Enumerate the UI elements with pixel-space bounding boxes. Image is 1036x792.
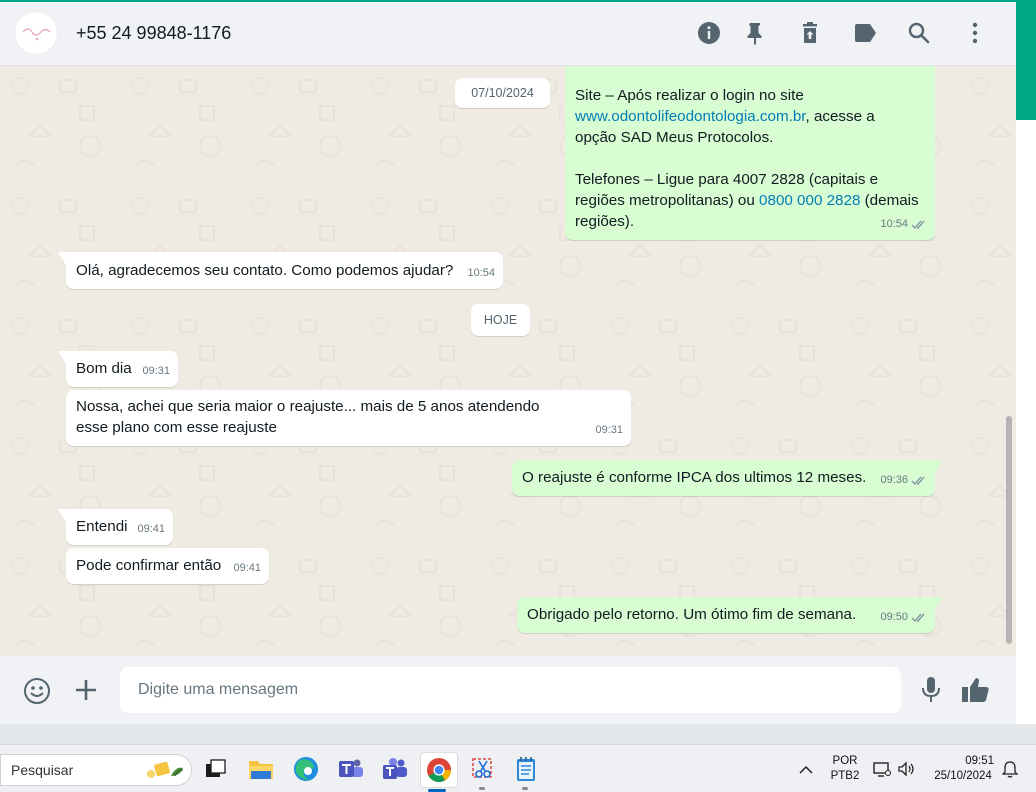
contact-name[interactable]: +55 24 99848-1176 bbox=[76, 23, 231, 44]
chevron-up-icon[interactable] bbox=[796, 759, 816, 779]
taskbar: Pesquisar POR PTB2 09:51 25/10/2024 bbox=[0, 744, 1036, 792]
taskbar-search-label: Pesquisar bbox=[11, 762, 74, 778]
teams-icon[interactable] bbox=[333, 752, 369, 786]
message-text: Site – Após realizar o login no site bbox=[575, 87, 804, 104]
double-check-icon bbox=[911, 476, 925, 486]
message-text: O reajuste é conforme IPCA dos ultimos 1… bbox=[522, 469, 867, 486]
message-link[interactable]: www.odontolifeodontologia.com.br bbox=[575, 108, 806, 125]
message-text: Pode confirmar então bbox=[76, 557, 222, 574]
message-meta: 09:31 bbox=[595, 420, 623, 441]
message-meta: 09:36 bbox=[880, 470, 927, 491]
open-app-indicator bbox=[479, 787, 485, 790]
snipping-tool-icon[interactable] bbox=[465, 752, 501, 786]
message-text: (demais bbox=[860, 192, 919, 209]
message-meta: 09:41 bbox=[137, 519, 165, 540]
message-outgoing[interactable]: Obrigado pelo retorno. Um ótimo fim de s… bbox=[517, 597, 943, 633]
emoji-icon[interactable] bbox=[22, 676, 52, 706]
message-text: Telefones – Ligue para 4007 2828 (capita… bbox=[575, 171, 879, 188]
message-meta: 10:54 bbox=[467, 263, 495, 284]
message-meta: 09:50 bbox=[880, 607, 927, 628]
file-explorer-icon[interactable] bbox=[243, 752, 279, 786]
chat-header: +55 24 99848-1176 bbox=[0, 2, 1016, 66]
task-view-icon[interactable] bbox=[198, 752, 234, 786]
message-time: 09:41 bbox=[233, 562, 261, 574]
message-incoming[interactable]: Nossa, achei que seria maior o reajuste.… bbox=[66, 390, 631, 446]
message-text: opção SAD Meus Protocolos. bbox=[575, 129, 774, 146]
bubble-tail bbox=[58, 351, 66, 364]
bubble-tail bbox=[935, 460, 943, 473]
clock[interactable]: 09:51 25/10/2024 bbox=[926, 754, 1000, 784]
message-text: regiões). bbox=[575, 213, 635, 230]
phone-link[interactable]: 0800 000 2828 bbox=[759, 192, 860, 209]
message-meta: 09:41 bbox=[233, 558, 261, 579]
pin-icon[interactable] bbox=[742, 20, 768, 46]
more-vertical-icon[interactable] bbox=[962, 20, 988, 46]
search-icon[interactable] bbox=[906, 20, 932, 46]
window-edge bbox=[1016, 2, 1036, 724]
chat-panel[interactable]: 07/10/2024 Site – Após realizar o login … bbox=[0, 66, 1016, 656]
double-check-icon bbox=[911, 613, 925, 623]
notepad-icon[interactable] bbox=[508, 752, 544, 786]
message-outgoing[interactable]: Site – Após realizar o login no site www… bbox=[565, 66, 935, 240]
chat-scrollbar[interactable] bbox=[1006, 416, 1012, 644]
message-meta: 09:31 bbox=[142, 361, 170, 382]
thumbs-up-icon[interactable] bbox=[960, 674, 992, 706]
input-language-line2: PTB2 bbox=[830, 770, 860, 782]
avatar[interactable] bbox=[14, 11, 58, 55]
message-time: 09:36 bbox=[880, 474, 908, 486]
date-separator-text: 07/10/2024 bbox=[471, 86, 534, 100]
message-text: Obrigado pelo retorno. Um ótimo fim de s… bbox=[527, 606, 857, 623]
message-incoming[interactable]: Entendi 09:41 bbox=[58, 509, 173, 545]
bubble-tail bbox=[935, 597, 943, 610]
message-text: Entendi bbox=[76, 518, 128, 535]
edge-icon[interactable] bbox=[288, 752, 324, 786]
message-text: , acesse a bbox=[805, 108, 875, 125]
chrome-icon[interactable] bbox=[420, 752, 458, 788]
label-icon[interactable] bbox=[852, 20, 878, 46]
date-separator: HOJE bbox=[471, 304, 530, 336]
message-time: 09:50 bbox=[880, 611, 908, 623]
open-app-indicator bbox=[522, 787, 528, 790]
input-language[interactable]: POR PTB2 bbox=[826, 754, 864, 784]
search-highlight-icon bbox=[147, 761, 184, 778]
info-icon[interactable] bbox=[696, 20, 722, 46]
network-icon[interactable] bbox=[872, 759, 892, 779]
input-language-line1: POR bbox=[832, 755, 858, 767]
clock-time: 09:51 bbox=[965, 755, 994, 767]
date-separator-text: HOJE bbox=[483, 313, 518, 327]
message-text: Bom dia bbox=[76, 360, 132, 377]
trash-icon[interactable] bbox=[797, 20, 823, 46]
volume-icon[interactable] bbox=[896, 759, 916, 779]
plus-icon[interactable] bbox=[72, 676, 100, 704]
composer bbox=[0, 656, 1016, 724]
message-time: 09:31 bbox=[595, 424, 623, 436]
message-incoming[interactable]: Pode confirmar então 09:41 bbox=[66, 548, 269, 584]
message-time: 09:41 bbox=[137, 523, 165, 535]
message-outgoing[interactable]: O reajuste é conforme IPCA dos ultimos 1… bbox=[512, 460, 943, 496]
clock-date: 25/10/2024 bbox=[934, 770, 992, 782]
message-meta: 10:54 bbox=[880, 214, 927, 235]
message-time: 09:31 bbox=[142, 365, 170, 377]
message-input[interactable] bbox=[120, 667, 901, 713]
date-separator: 07/10/2024 bbox=[455, 78, 550, 108]
teams-work-icon[interactable] bbox=[377, 752, 413, 786]
message-text: regiões metropolitanas) ou bbox=[575, 192, 760, 209]
message-incoming[interactable]: Olá, agradecemos seu contato. Como podem… bbox=[58, 252, 503, 289]
edge-accent bbox=[1016, 2, 1036, 120]
taskbar-search[interactable]: Pesquisar bbox=[0, 754, 192, 786]
notification-bell-icon[interactable] bbox=[1000, 759, 1020, 779]
desktop-background bbox=[0, 724, 1036, 744]
double-check-icon bbox=[911, 220, 925, 230]
message-text: Olá, agradecemos seu contato. Como podem… bbox=[76, 262, 454, 279]
message-text: Nossa, achei que seria maior o reajuste.… bbox=[76, 398, 540, 436]
message-time: 10:54 bbox=[467, 267, 495, 279]
message-incoming[interactable]: Bom dia 09:31 bbox=[58, 351, 178, 387]
microphone-icon[interactable] bbox=[918, 676, 944, 704]
message-time: 10:54 bbox=[880, 218, 908, 230]
bubble-tail bbox=[58, 252, 66, 265]
bubble-tail bbox=[58, 509, 66, 522]
